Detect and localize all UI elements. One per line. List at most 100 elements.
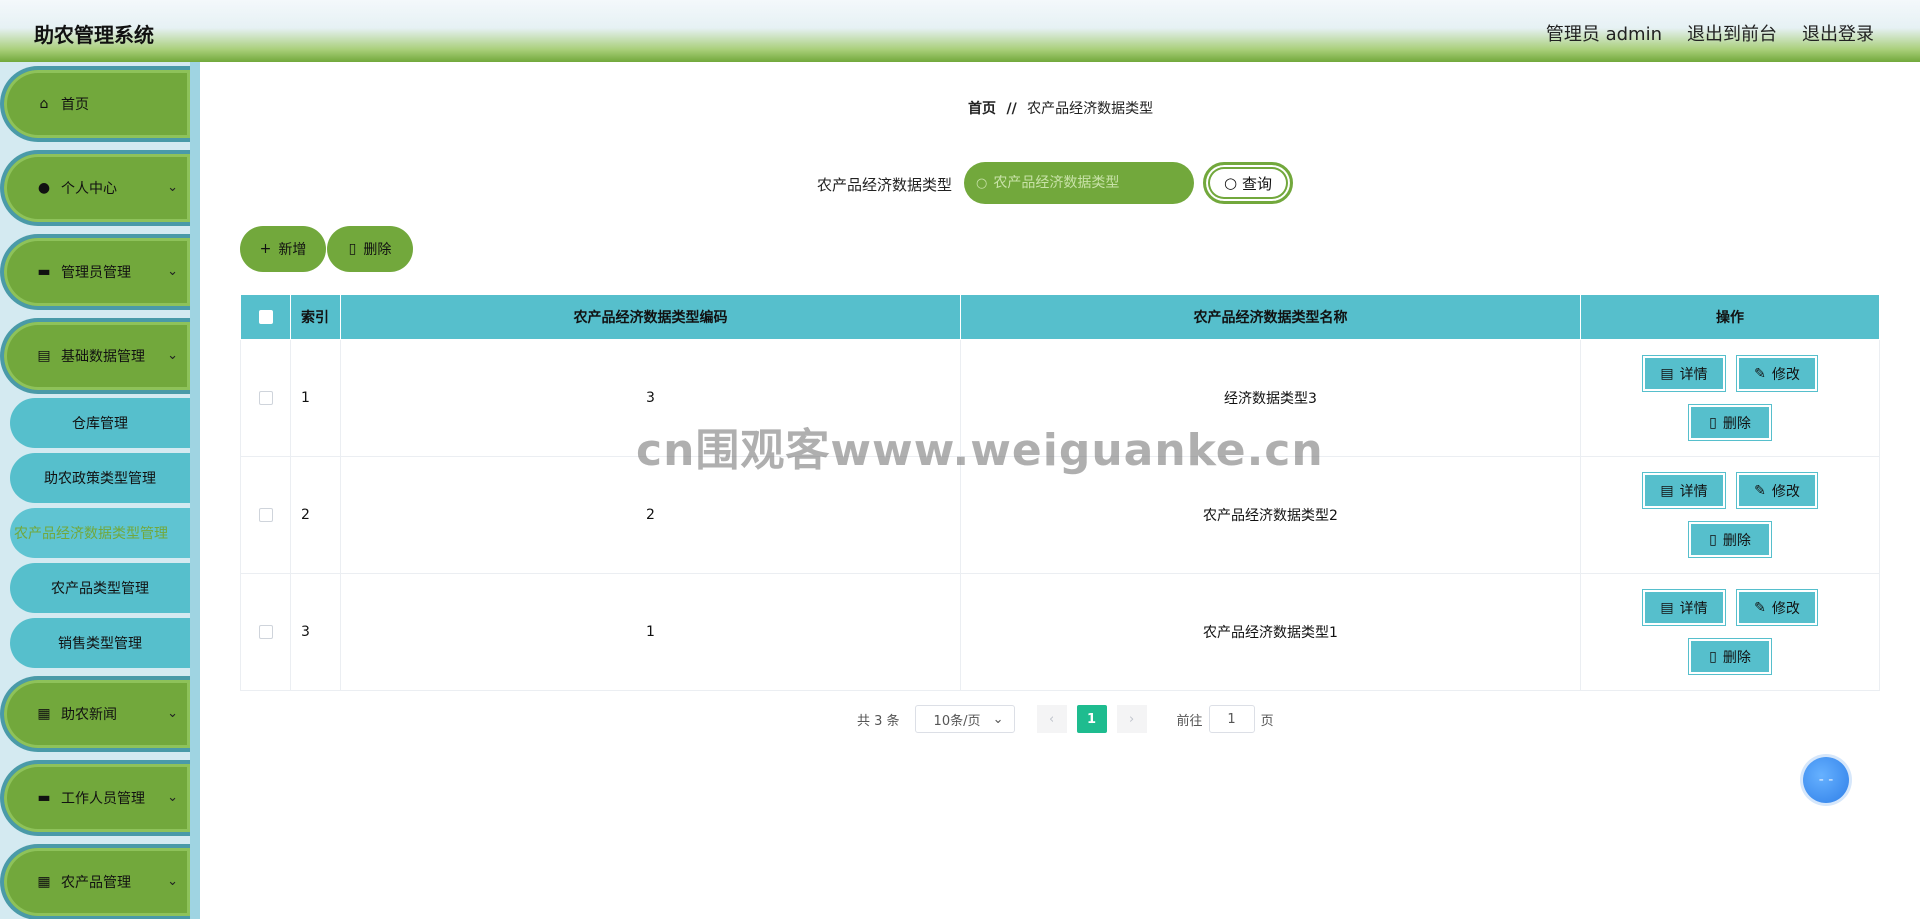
table-header-row: 索引 农产品经济数据类型编码 农产品经济数据类型名称 操作 [240, 294, 1880, 340]
top-header: 助农管理系统 管理员 admin 退出到前台 退出登录 [0, 0, 1920, 62]
chevron-down-icon: ⌄ [167, 706, 178, 721]
app-title: 助农管理系统 [34, 23, 154, 47]
cell-name: 经济数据类型3 [960, 339, 1581, 457]
pagination: 共 3 条 10条/页 ⌄ ‹ 1 › 前往 页 [857, 705, 1274, 733]
sidebar-subitem-product-type[interactable]: 农产品类型管理 [10, 563, 190, 613]
sidebar-subitem-sales-type[interactable]: 销售类型管理 [10, 618, 190, 668]
page-number-button[interactable]: 1 [1076, 705, 1107, 733]
sidebar-subitem-economic-data-type[interactable]: 农产品经济数据类型管理 [10, 508, 190, 558]
clipboard-icon: ▤ [37, 348, 51, 364]
pencil-icon: ✎ [1754, 365, 1766, 382]
next-page-button[interactable]: › [1116, 705, 1147, 733]
monitor-icon: ▬ [37, 790, 51, 806]
edit-button[interactable]: ✎ 修改 [1737, 590, 1817, 625]
row-select-cell [240, 339, 291, 457]
edit-label: 修改 [1771, 366, 1800, 383]
sidebar-subitem-policy-type[interactable]: 助农政策类型管理 [10, 453, 190, 503]
breadcrumb-home[interactable]: 首页 [968, 101, 996, 117]
sidebar-item-label: 农产品管理 [61, 875, 131, 891]
goto-page-input[interactable] [1208, 705, 1255, 733]
sidebar-edge [190, 62, 200, 919]
sidebar-item-home[interactable]: ⌂ 首页 [0, 66, 190, 142]
search-icon: ○ [1223, 174, 1238, 192]
cell-code: 1 [340, 573, 961, 691]
trash-icon: ▯ [348, 241, 357, 257]
chevron-down-icon: ⌄ [167, 264, 178, 279]
trash-icon: ▯ [1709, 414, 1717, 431]
pencil-icon: ✎ [1754, 599, 1766, 616]
detail-label: 详情 [1679, 366, 1708, 383]
breadcrumb-current: 农产品经济数据类型 [1027, 101, 1154, 117]
sidebar-item-basic-data[interactable]: ▤ 基础数据管理 ⌄ [0, 318, 190, 394]
sidebar-subitem-warehouse[interactable]: 仓库管理 [10, 398, 190, 448]
cell-code: 3 [340, 339, 961, 457]
add-button[interactable]: + 新增 [240, 226, 326, 272]
exit-to-front-link[interactable]: 退出到前台 [1687, 20, 1777, 46]
sidebar-item-label: 管理员管理 [61, 265, 131, 281]
admin-user-link[interactable]: 管理员 admin [1546, 20, 1662, 46]
batch-delete-button[interactable]: ▯ 删除 [327, 226, 413, 272]
logout-link[interactable]: 退出登录 [1802, 20, 1874, 46]
detail-label: 详情 [1679, 483, 1708, 500]
cell-name: 农产品经济数据类型1 [960, 573, 1581, 691]
search-icon: ○ [976, 175, 988, 191]
sidebar-item-personal-center[interactable]: ● 个人中心 ⌄ [0, 150, 190, 226]
row-select-cell [240, 573, 291, 691]
sidebar-item-staff[interactable]: ▬ 工作人员管理 ⌄ [0, 760, 190, 836]
delete-label: 删除 [1722, 532, 1751, 549]
table-row: 1 3 经济数据类型3 ▤ 详情 ✎ 修改 ▯ 删除 [240, 339, 1880, 457]
chevron-right-icon: › [1128, 711, 1135, 727]
detail-button[interactable]: ▤ 详情 [1643, 356, 1725, 391]
sidebar-item-products[interactable]: ▦ 农产品管理 ⌄ [0, 844, 190, 919]
select-all-cell [240, 294, 291, 340]
chevron-left-icon: ‹ [1048, 711, 1055, 727]
grid-icon: ▦ [37, 706, 51, 722]
edit-button[interactable]: ✎ 修改 [1737, 473, 1817, 508]
cell-code: 2 [340, 456, 961, 574]
detail-button[interactable]: ▤ 详情 [1643, 590, 1725, 625]
sidebar-item-news[interactable]: ▦ 助农新闻 ⌄ [0, 676, 190, 752]
row-select-cell [240, 456, 291, 574]
cell-actions: ▤ 详情 ✎ 修改 ▯ 删除 [1580, 573, 1880, 691]
row-delete-button[interactable]: ▯ 删除 [1689, 405, 1771, 440]
column-header-code: 农产品经济数据类型编码 [340, 294, 961, 340]
floating-action-button[interactable]: - - [1803, 757, 1849, 803]
chevron-down-icon: ⌄ [992, 711, 1004, 727]
row-delete-button[interactable]: ▯ 删除 [1689, 522, 1771, 557]
select-all-checkbox[interactable] [258, 310, 273, 324]
page-size-select[interactable]: 10条/页 ⌄ [914, 705, 1015, 733]
document-icon: ▤ [1660, 599, 1674, 616]
search-label: 农产品经济数据类型 [817, 176, 953, 194]
column-header-name: 农产品经济数据类型名称 [960, 294, 1581, 340]
delete-label: 删除 [1722, 415, 1751, 432]
search-field[interactable]: ○ [964, 162, 1194, 204]
row-checkbox[interactable] [258, 391, 273, 405]
dashes-icon: - - [1818, 772, 1834, 788]
trash-icon: ▯ [1709, 648, 1717, 665]
grid-icon: ▦ [37, 874, 51, 890]
breadcrumb-separator: // [1006, 101, 1017, 117]
monitor-icon: ▬ [37, 264, 51, 280]
chevron-down-icon: ⌄ [167, 180, 178, 195]
query-button-label: 查询 [1242, 174, 1273, 193]
pencil-icon: ✎ [1754, 482, 1766, 499]
pagination-total: 共 3 条 [857, 713, 900, 729]
row-checkbox[interactable] [258, 508, 273, 522]
user-icon: ● [37, 180, 51, 196]
document-icon: ▤ [1660, 482, 1674, 499]
goto-label: 前往 [1176, 713, 1203, 729]
delete-label: 删除 [1722, 649, 1751, 666]
search-input[interactable] [993, 175, 1184, 191]
chevron-down-icon: ⌄ [167, 790, 178, 805]
sidebar-item-admin-management[interactable]: ▬ 管理员管理 ⌄ [0, 234, 190, 310]
sidebar-item-label: 基础数据管理 [61, 349, 145, 365]
query-button[interactable]: ○ 查询 [1203, 162, 1293, 204]
header-links: 管理员 admin 退出到前台 退出登录 [1546, 20, 1874, 46]
prev-page-button[interactable]: ‹ [1036, 705, 1067, 733]
edit-button[interactable]: ✎ 修改 [1737, 356, 1817, 391]
row-checkbox[interactable] [258, 625, 273, 639]
detail-button[interactable]: ▤ 详情 [1643, 473, 1725, 508]
cell-actions: ▤ 详情 ✎ 修改 ▯ 删除 [1580, 456, 1880, 574]
row-delete-button[interactable]: ▯ 删除 [1689, 639, 1771, 674]
home-icon: ⌂ [39, 96, 49, 112]
